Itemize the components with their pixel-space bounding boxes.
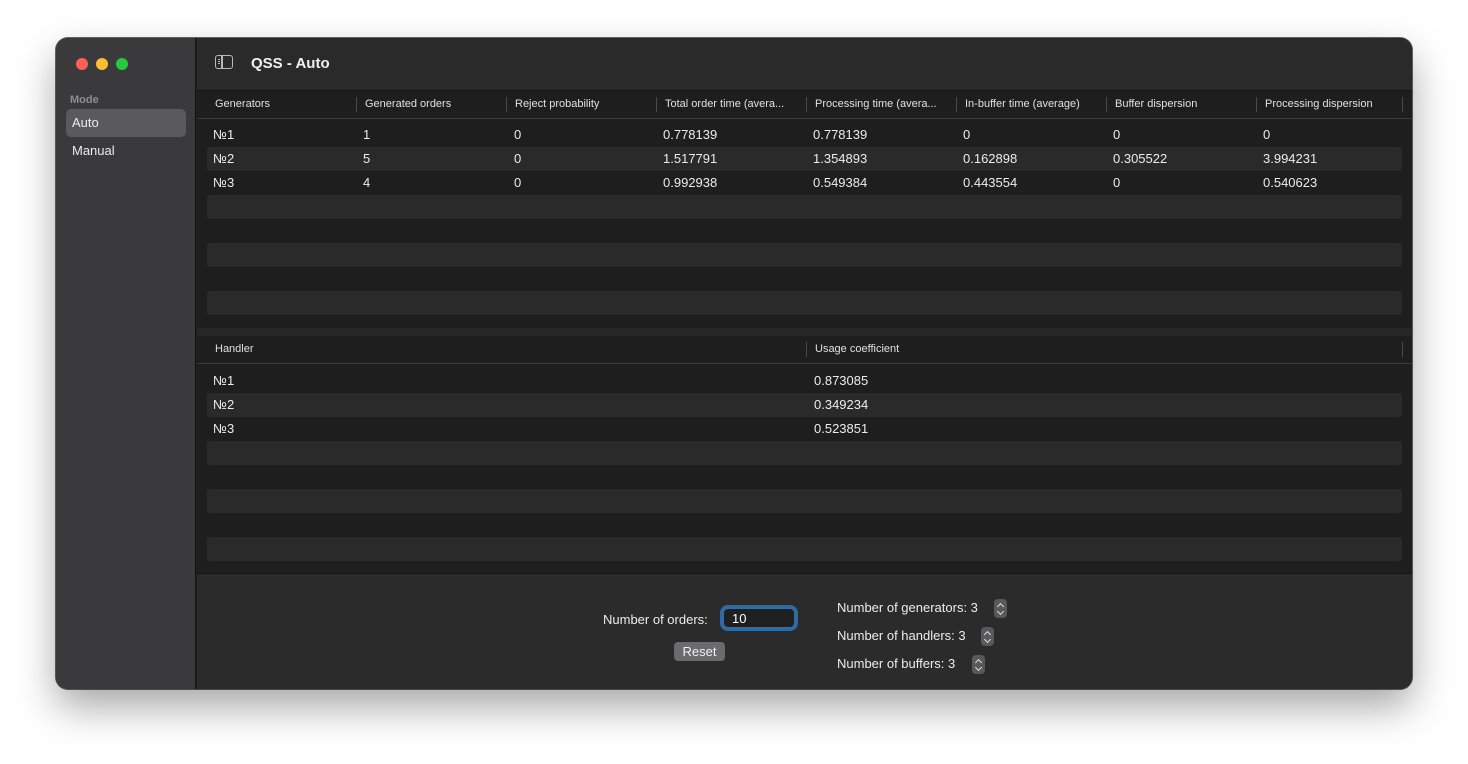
column-header-reject-probability[interactable]: Reject probability [507,91,657,118]
table-cell: 4 [363,175,371,190]
buffers-control: Number of buffers: 3 [837,654,985,674]
page-title: QSS - Auto [251,55,330,72]
table-row[interactable]: №3 0.523851 [207,417,1402,441]
window-controls [76,58,128,70]
column-header-handler[interactable]: Handler [207,336,807,363]
app-window: Mode Auto Manual QSS - Auto Generators G… [56,38,1412,689]
main-content: QSS - Auto Generators Generated orders R… [197,38,1412,689]
empty-row [207,441,1402,465]
handlers-control: Number of handlers: 3 [837,626,994,646]
reset-button[interactable]: Reset [674,642,725,661]
table-row[interactable]: №2 0.349234 [207,393,1402,417]
table-row[interactable]: №3 4 0 0.992938 0.549384 0.443554 0 0.54… [207,171,1402,195]
column-header-buffer-dispersion[interactable]: Buffer dispersion [1107,91,1257,118]
table-row[interactable]: №2 5 0 1.517791 1.354893 0.162898 0.3055… [207,147,1402,171]
column-header-total-order-time[interactable]: Total order time (avera... [657,91,807,118]
table-cell: №1 [213,373,235,388]
table-cell: 3.994231 [1263,151,1318,166]
buffers-label: Number of buffers: 3 [837,656,956,671]
table-cell: 0 [1113,127,1121,142]
sidebar: Mode Auto Manual [56,38,196,689]
handlers-table-header: Handler Usage coefficient [197,336,1412,364]
table-cell: 0.549384 [813,175,868,190]
close-window-button[interactable] [76,58,88,70]
table-cell: 0.540623 [1263,175,1318,190]
generators-label: Number of generators: 3 [837,600,978,615]
column-header-generated-orders[interactable]: Generated orders [357,91,507,118]
table-cell: 0.162898 [963,151,1018,166]
table-cell: 0 [1263,127,1271,142]
controls-panel: Number of orders: Reset Number of genera… [197,573,1412,689]
empty-row [207,219,1402,243]
empty-row [207,537,1402,561]
empty-row [207,291,1402,315]
generators-control: Number of generators: 3 [837,598,1007,618]
empty-row [207,195,1402,219]
table-cell: 1.354893 [813,151,868,166]
handlers-stepper[interactable] [981,627,994,646]
empty-row [207,267,1402,291]
table-cell: №3 [213,421,235,436]
column-header-generators[interactable]: Generators [207,91,357,118]
table-row[interactable]: №1 1 0 0.778139 0.778139 0 0 0 [207,123,1402,147]
orders-label: Number of orders: [603,612,708,627]
toolbar: QSS - Auto [197,38,1412,91]
sidebar-section-label: Mode [70,94,99,106]
table-cell: 0 [514,151,522,166]
table-divider [197,328,1412,336]
table-cell: 0 [1113,175,1121,190]
column-header-processing-time[interactable]: Processing time (avera... [807,91,957,118]
table-cell: 5 [363,151,371,166]
maximize-window-button[interactable] [116,58,128,70]
empty-row [207,489,1402,513]
table-cell: 0.523851 [814,421,869,436]
generators-stepper[interactable] [994,599,1007,618]
table-cell: 1 [363,127,371,142]
table-cell: 0 [514,127,522,142]
sidebar-item-manual[interactable]: Manual [66,137,186,165]
empty-row [207,513,1402,537]
table-row[interactable]: №1 0.873085 [207,369,1402,393]
sidebar-item-auto[interactable]: Auto [66,109,186,137]
minimize-window-button[interactable] [96,58,108,70]
table-cell: №2 [213,397,235,412]
column-header-in-buffer-time[interactable]: In-buffer time (average) [957,91,1107,118]
generators-table: Generators Generated orders Reject proba… [197,91,1412,328]
sidebar-toggle-icon[interactable] [215,55,233,69]
table-cell: №1 [213,127,235,142]
table-cell: 0 [514,175,522,190]
column-header-usage-coefficient[interactable]: Usage coefficient [807,336,1403,363]
handlers-table: Handler Usage coefficient №1 0.873085 №2… [197,336,1412,573]
column-header-processing-dispersion[interactable]: Processing dispersion [1257,91,1403,118]
table-cell: 1.517791 [663,151,718,166]
table-cell: 0 [963,127,971,142]
table-cell: 0.305522 [1113,151,1168,166]
generators-table-header: Generators Generated orders Reject proba… [197,91,1412,119]
buffers-stepper[interactable] [972,655,985,674]
handlers-label: Number of handlers: 3 [837,628,966,643]
table-cell: 0.992938 [663,175,718,190]
empty-row [207,243,1402,267]
orders-input[interactable] [723,608,795,628]
table-cell: №2 [213,151,235,166]
table-cell: 0.873085 [814,373,869,388]
table-cell: 0.778139 [663,127,718,142]
table-cell: 0.349234 [814,397,869,412]
table-cell: №3 [213,175,235,190]
table-cell: 0.778139 [813,127,868,142]
table-cell: 0.443554 [963,175,1018,190]
empty-row [207,465,1402,489]
